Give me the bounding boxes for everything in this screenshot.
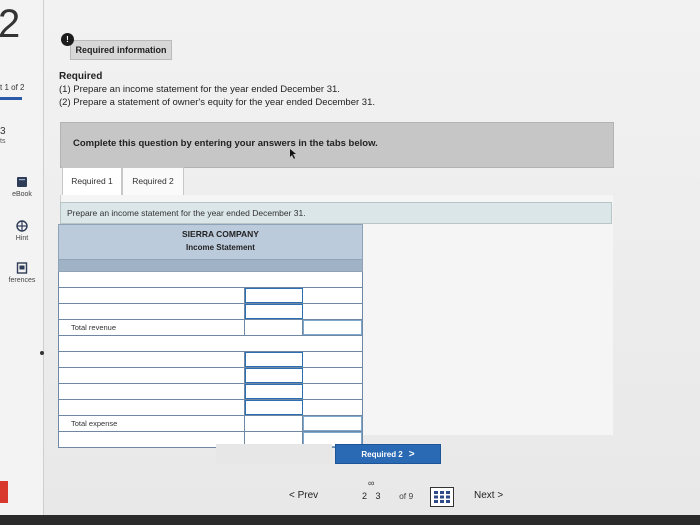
required-line-1: (1) Prepare an income statement for the … bbox=[59, 84, 340, 95]
part-label: t 1 of 2 bbox=[0, 83, 25, 92]
expense-account-input[interactable] bbox=[59, 400, 245, 415]
stray-mark bbox=[40, 351, 44, 355]
expense-account-input[interactable] bbox=[59, 352, 245, 367]
expense-section-label-input[interactable] bbox=[59, 336, 362, 351]
total-revenue-label: Total revenue bbox=[59, 320, 245, 335]
next-button[interactable]: Next > bbox=[474, 490, 503, 501]
revenue-account-input[interactable] bbox=[59, 304, 245, 319]
references-button[interactable]: ferences bbox=[0, 262, 44, 284]
prev-button[interactable]: < Prev bbox=[289, 490, 318, 501]
grid-icon bbox=[434, 491, 450, 503]
table-row bbox=[58, 368, 363, 384]
hint-button[interactable]: Hint bbox=[0, 220, 44, 242]
total-column-cell bbox=[303, 288, 362, 303]
statement-date-band bbox=[58, 260, 363, 272]
table-row bbox=[58, 384, 363, 400]
table-row bbox=[58, 288, 363, 304]
expense-amount-input[interactable] bbox=[244, 384, 304, 399]
prev-label: Prev bbox=[297, 490, 319, 501]
previous-tab-button-disabled bbox=[216, 444, 332, 464]
part-progress-bar bbox=[0, 97, 22, 100]
table-row bbox=[58, 352, 363, 368]
page-selector: 2 3 of 9 bbox=[362, 491, 413, 501]
cursor-icon bbox=[290, 149, 296, 159]
chevron-right-icon: > bbox=[497, 490, 504, 501]
revenue-amount-input[interactable] bbox=[244, 304, 304, 319]
required-information-badge: Required information bbox=[70, 40, 172, 60]
references-label: ferences bbox=[8, 277, 36, 284]
expense-account-input[interactable] bbox=[59, 368, 245, 383]
assignment-page: 2 t 1 of 2 3 ts eBook Hint ferences Requ… bbox=[0, 0, 700, 525]
total-column-cell bbox=[303, 384, 362, 399]
next-label: Next bbox=[474, 490, 495, 501]
question-number: 2 bbox=[0, 2, 21, 46]
book-icon bbox=[17, 177, 27, 187]
instruction-bar: Complete this question by entering your … bbox=[60, 122, 614, 168]
expense-amount-input[interactable] bbox=[244, 400, 304, 415]
total-column-cell bbox=[303, 400, 362, 415]
page-count-label: of 9 bbox=[399, 491, 414, 501]
total-column-cell bbox=[303, 368, 362, 383]
total-expense-input[interactable] bbox=[303, 416, 362, 431]
income-statement-table: SIERRA COMPANY Income Statement Total re… bbox=[58, 224, 363, 448]
required-line-2: (2) Prepare a statement of owner's equit… bbox=[59, 97, 376, 108]
ebook-label: eBook bbox=[12, 191, 32, 198]
amount-column-cell bbox=[244, 320, 304, 335]
table-row bbox=[58, 272, 363, 288]
amount-column-cell bbox=[244, 416, 304, 431]
next-tab-label: Required 2 bbox=[361, 450, 403, 459]
expense-amount-input[interactable] bbox=[244, 352, 304, 367]
revenue-amount-input[interactable] bbox=[244, 288, 304, 303]
points-value: 3 bbox=[0, 126, 6, 137]
alert-tab[interactable] bbox=[0, 481, 8, 503]
chevron-left-icon: < bbox=[289, 490, 295, 501]
required-heading: Required bbox=[59, 71, 103, 82]
reference-icon bbox=[16, 262, 28, 274]
table-row bbox=[58, 304, 363, 320]
screen-bezel bbox=[0, 515, 700, 525]
company-name: SIERRA COMPANY bbox=[182, 229, 259, 239]
tab-required-2[interactable]: Required 2 bbox=[122, 167, 184, 195]
hint-label: Hint bbox=[15, 235, 29, 242]
revenue-account-input[interactable] bbox=[59, 288, 245, 303]
table-row bbox=[58, 400, 363, 416]
expense-account-input[interactable] bbox=[59, 384, 245, 399]
table-row: Total revenue bbox=[58, 320, 363, 336]
statement-header: SIERRA COMPANY Income Statement bbox=[58, 224, 363, 260]
question-grid-button[interactable] bbox=[430, 487, 454, 507]
question-sidebar: 2 t 1 of 2 3 ts eBook Hint ferences bbox=[0, 0, 44, 525]
points-label: ts bbox=[0, 138, 6, 145]
globe-icon bbox=[16, 220, 28, 232]
ebook-button[interactable]: eBook bbox=[0, 176, 44, 198]
link-icon: ∞ bbox=[368, 478, 375, 488]
chevron-right-icon: > bbox=[408, 449, 415, 460]
page-link-3[interactable]: 3 bbox=[376, 491, 381, 501]
tab-prompt-text: Prepare an income statement for the year… bbox=[67, 208, 306, 218]
page-link-2[interactable]: 2 bbox=[362, 491, 367, 501]
table-row: Total expense bbox=[58, 416, 363, 432]
tab-prompt-bar: Prepare an income statement for the year… bbox=[60, 202, 612, 224]
next-tab-button[interactable]: Required 2 > bbox=[335, 444, 441, 464]
total-column-cell bbox=[303, 304, 362, 319]
revenue-section-label-input[interactable] bbox=[59, 272, 362, 287]
table-row bbox=[58, 336, 363, 352]
total-column-cell bbox=[303, 352, 362, 367]
total-revenue-input[interactable] bbox=[303, 320, 362, 335]
alert-icon: ! bbox=[61, 33, 74, 46]
total-expense-label: Total expense bbox=[59, 416, 245, 431]
tab-required-1[interactable]: Required 1 bbox=[62, 167, 122, 195]
expense-amount-input[interactable] bbox=[244, 368, 304, 383]
instruction-text: Complete this question by entering your … bbox=[73, 138, 378, 149]
statement-title: Income Statement bbox=[186, 243, 255, 252]
